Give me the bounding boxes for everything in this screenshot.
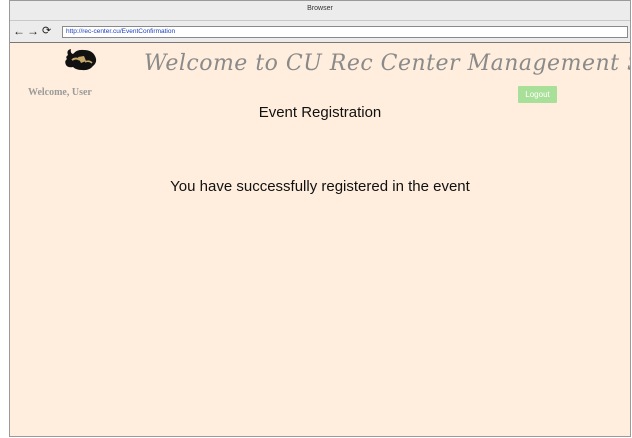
page-content: Welcome to CU Rec Center Management Syst…	[10, 43, 630, 436]
title-bar: Browser	[10, 1, 630, 21]
window-title: Browser	[307, 5, 333, 12]
address-bar[interactable]: http://rec-center.cu/EventConfirmation	[62, 26, 628, 38]
forward-arrow-icon[interactable]: →	[27, 24, 39, 38]
site-headline: Welcome to CU Rec Center Management Syst…	[144, 51, 630, 76]
back-arrow-icon[interactable]: ←	[13, 24, 25, 38]
buffalo-logo	[65, 49, 97, 71]
confirmation-message: You have successfully registered in the …	[170, 178, 470, 195]
reload-icon[interactable]: ⟳	[42, 24, 51, 38]
browser-window: Browser ← → ⟳ http://rec-center.cu/Event…	[9, 0, 631, 437]
logout-button[interactable]: Logout	[518, 86, 557, 103]
navigation-bar: ← → ⟳ http://rec-center.cu/EventConfirma…	[10, 21, 630, 43]
welcome-text: Welcome, User	[28, 87, 92, 98]
page-title: Event Registration	[258, 104, 382, 121]
